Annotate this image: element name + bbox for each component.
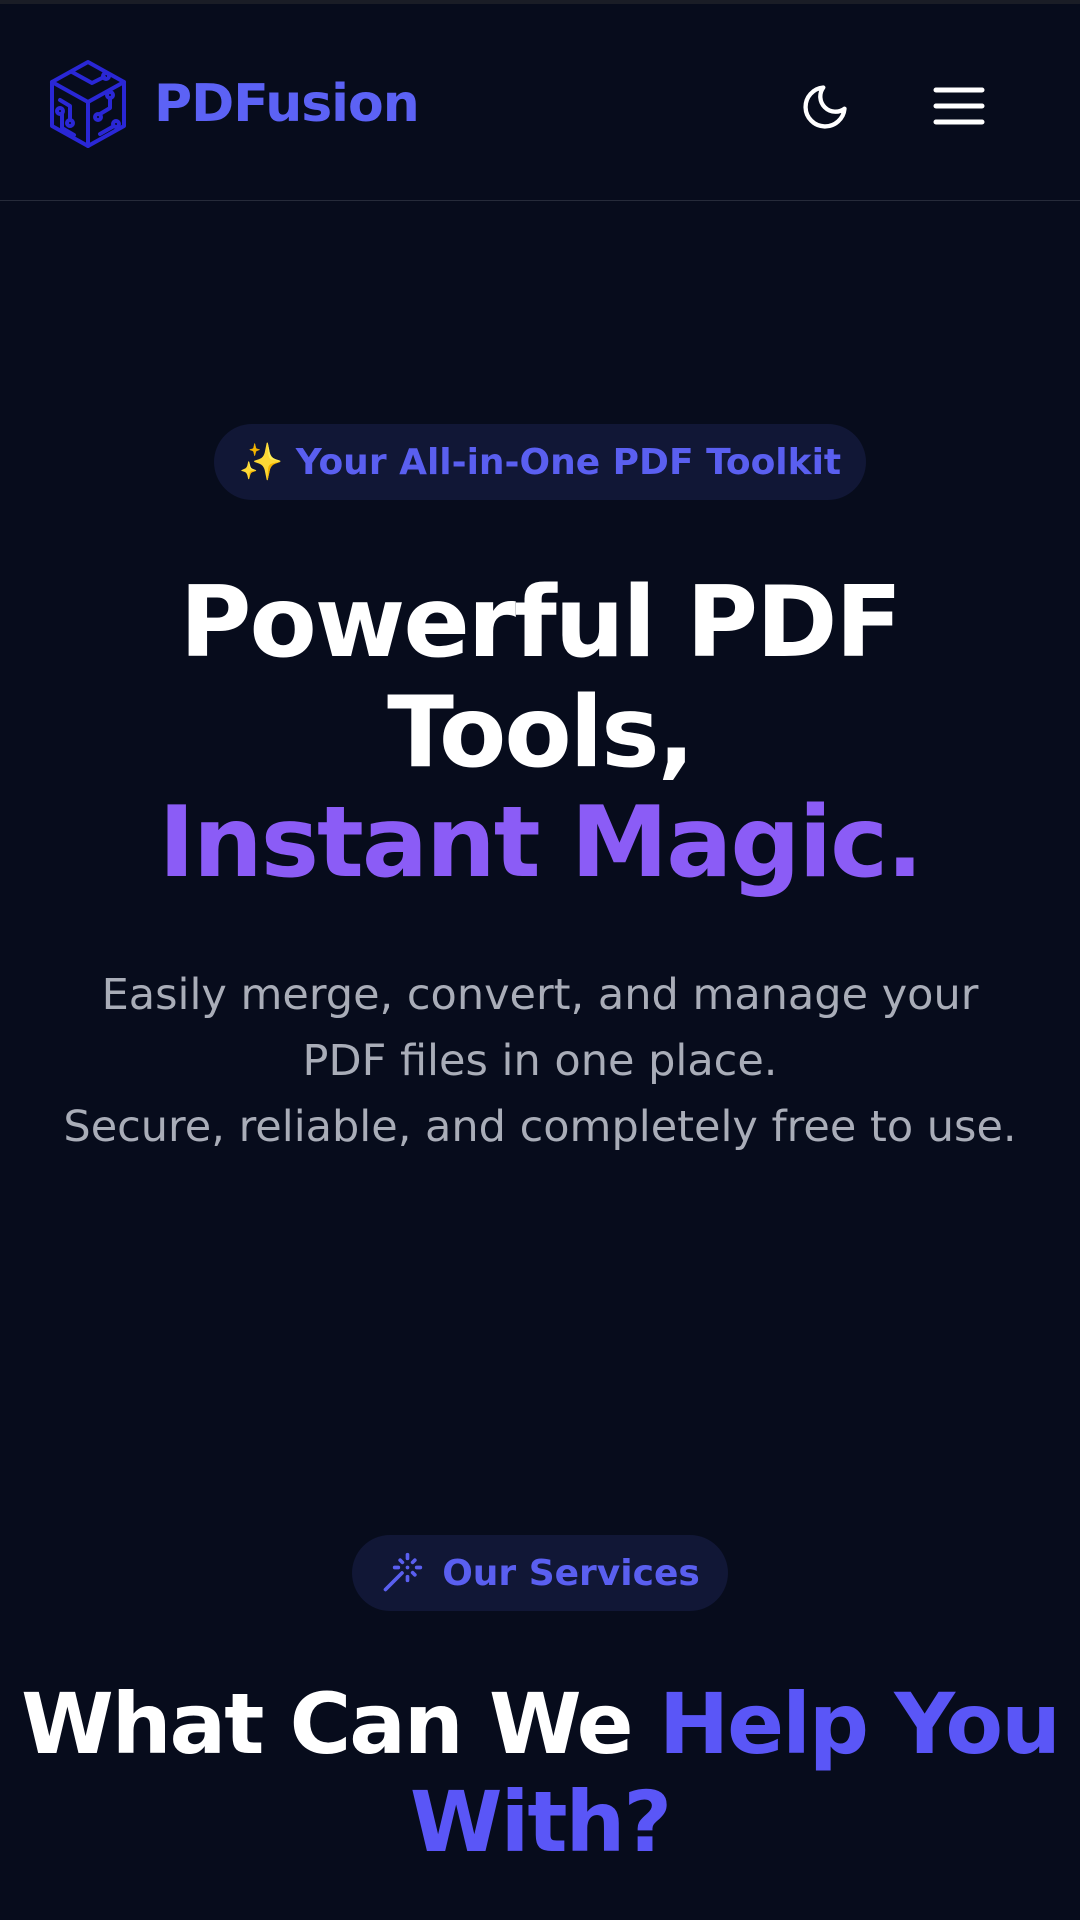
services-heading-plain: What Can We — [21, 1675, 659, 1773]
page: PDFusion ✨ Your All-in-One PDF Toolkit P… — [0, 0, 1080, 1920]
services-badge-label: Our Services — [442, 1552, 700, 1594]
hero-description: Easily merge, convert, and manage your P… — [60, 962, 1020, 1160]
hero-title: Powerful PDF Tools, Instant Magic. — [0, 568, 1080, 898]
hero-title-accent: Instant Magic. — [158, 786, 924, 900]
hamburger-menu-icon — [933, 87, 985, 125]
services-heading: What Can We Help You With? — [0, 1675, 1080, 1871]
moon-icon — [803, 85, 847, 129]
magic-wand-icon — [383, 1552, 423, 1592]
hero-description-line2: Secure, reliable, and completely free to… — [63, 1102, 1017, 1152]
site-header: PDFusion — [0, 4, 1080, 201]
services-badge: Our Services — [352, 1535, 728, 1611]
theme-toggle-button[interactable] — [796, 78, 854, 136]
circuit-cube-icon[interactable] — [48, 58, 128, 150]
hero-title-line2: Tools, — [387, 676, 695, 790]
hero-badge: ✨ Your All-in-One PDF Toolkit — [214, 424, 866, 500]
menu-button[interactable] — [930, 80, 988, 132]
brand-name[interactable]: PDFusion — [154, 72, 420, 136]
hero-title-line1: Powerful PDF — [179, 566, 903, 680]
hero-badge-label: Your All-in-One PDF Toolkit — [295, 441, 842, 483]
hero-description-line1: Easily merge, convert, and manage your P… — [101, 970, 979, 1086]
sparkles-icon: ✨ — [238, 442, 284, 483]
